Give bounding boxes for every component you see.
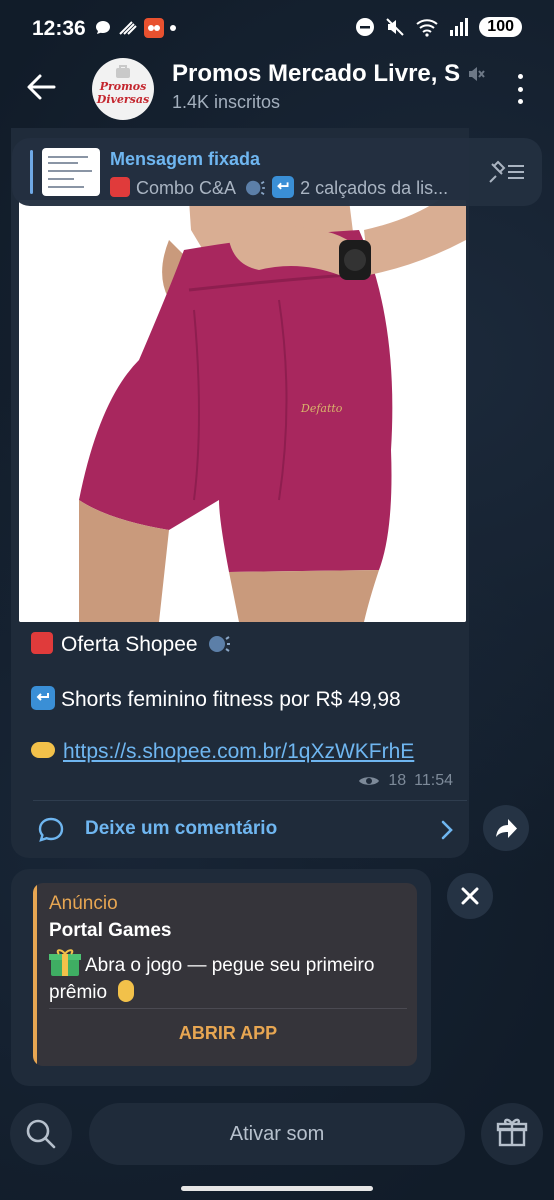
ad-accent-bar xyxy=(33,883,37,1066)
message-line-offer: Oferta Shopee xyxy=(31,632,231,657)
wifi-icon xyxy=(416,19,438,37)
battery-indicator: 100 xyxy=(479,17,522,37)
channel-title[interactable]: Promos Mercado Livre, S xyxy=(172,60,472,88)
pinned-preview: Combo C&A 2 calçados da lis... xyxy=(110,176,488,199)
share-arrow-icon xyxy=(496,819,517,838)
signal-icon xyxy=(450,18,469,36)
system-icons: 100 xyxy=(355,17,522,37)
dnd-icon xyxy=(356,18,375,36)
gift-icon xyxy=(49,949,81,976)
view-count: 18 xyxy=(388,772,407,789)
muted-speaker-icon xyxy=(469,67,485,81)
message-meta: 18 11:54 xyxy=(358,772,453,790)
search-button[interactable] xyxy=(10,1103,72,1165)
wifi-calling-icon xyxy=(119,21,137,35)
siren-icon xyxy=(110,177,130,197)
speaking-head-icon xyxy=(209,636,231,652)
avatar-logo-text: Promos Diversas xyxy=(96,80,150,106)
comment-label: Deixe um comentário xyxy=(85,818,278,839)
more-options-icon[interactable] xyxy=(512,74,528,104)
home-indicator xyxy=(181,1186,373,1191)
notification-icons xyxy=(94,18,176,38)
mute-icon xyxy=(386,18,405,36)
open-app-button[interactable]: ABRIR APP xyxy=(49,1023,407,1044)
brand-logo-text: Defatto xyxy=(300,402,343,415)
shopping-bag-icon xyxy=(116,65,130,78)
pinned-thumbnail xyxy=(42,148,100,196)
message-bubble: Defatto Oferta Shopee Shorts feminino fi… xyxy=(11,128,469,858)
siren-icon xyxy=(31,632,53,654)
divider xyxy=(49,1008,407,1009)
message-line-link: https://s.shopee.com.br/1qXzWKFrhE xyxy=(31,740,414,764)
pinned-title: Mensagem fixada xyxy=(110,149,261,169)
return-arrow-icon xyxy=(272,176,295,198)
ad-label: Anúncio xyxy=(49,893,118,914)
pinned-indicator xyxy=(30,150,33,194)
message-time: 11:54 xyxy=(414,772,453,789)
pointing-down-icon xyxy=(118,980,135,1002)
pointing-hand-icon xyxy=(31,742,55,758)
chevron-right-icon xyxy=(441,820,453,840)
close-ad-button[interactable] xyxy=(447,873,493,919)
app-notification-icon xyxy=(144,18,164,38)
search-icon xyxy=(26,1119,56,1149)
dot-icon xyxy=(170,25,176,31)
share-button[interactable] xyxy=(483,805,529,851)
pinned-message-bar[interactable]: Mensagem fixada Combo C&A 2 calçados da … xyxy=(12,138,542,206)
status-time: 12:36 xyxy=(32,17,86,40)
chat-header: Promos Diversas Promos Mercado Livre, S … xyxy=(0,58,554,130)
divider xyxy=(33,800,467,801)
product-link[interactable]: https://s.shopee.com.br/1qXzWKFrhE xyxy=(63,740,414,763)
chat-bubble-icon xyxy=(96,21,110,34)
message-line-product: Shorts feminino fitness por R$ 49,98 xyxy=(31,686,401,712)
product-image[interactable]: Defatto xyxy=(19,200,466,622)
unmute-button[interactable]: Ativar som xyxy=(89,1103,465,1165)
gift-button[interactable] xyxy=(481,1103,543,1165)
close-icon xyxy=(461,887,479,905)
back-arrow-icon[interactable] xyxy=(24,70,58,104)
shorts-photo: Defatto xyxy=(19,200,466,622)
status-bar: 12:36 100 xyxy=(0,0,554,58)
sponsored-message: Anúncio Portal Games Abra o jogo — pegue… xyxy=(11,869,431,1086)
gift-icon xyxy=(496,1118,528,1147)
pinned-list-icon[interactable] xyxy=(488,160,526,184)
ad-card[interactable]: Anúncio Portal Games Abra o jogo — pegue… xyxy=(33,883,417,1066)
speaking-head-icon xyxy=(246,180,265,196)
return-arrow-icon xyxy=(31,686,55,710)
comment-button[interactable]: Deixe um comentário xyxy=(33,804,457,856)
subscriber-count: 1.4K inscritos xyxy=(172,92,281,112)
ad-text: Abra o jogo — pegue seu primeiro prêmio xyxy=(49,947,409,1006)
eye-icon xyxy=(359,777,380,785)
comment-icon xyxy=(38,817,64,842)
channel-avatar[interactable]: Promos Diversas xyxy=(92,58,154,120)
ad-title: Portal Games xyxy=(49,920,172,941)
